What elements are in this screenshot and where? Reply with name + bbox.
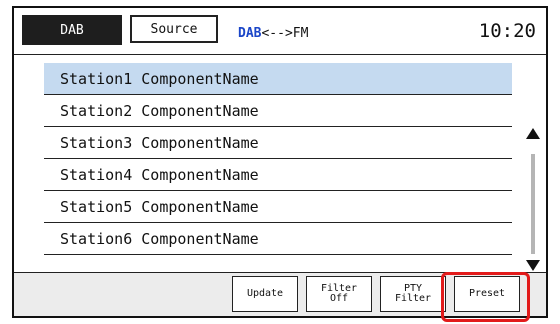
mode-dab-text: DAB — [238, 25, 262, 41]
filter-off-label-2: Off — [329, 293, 349, 304]
station-row[interactable]: Station6 ComponentName — [44, 223, 512, 255]
station-name: Station4 ComponentName — [60, 165, 259, 184]
clock: 10:20 — [478, 20, 536, 42]
station-list: Station1 ComponentName Station2 Componen… — [44, 63, 512, 255]
station-row[interactable]: Station1 ComponentName — [44, 63, 512, 95]
dab-fm-mode-label: DAB <-->FM — [238, 23, 308, 43]
header-bar: DAB Source DAB <-->FM 10:20 — [14, 8, 546, 54]
update-label: Update — [246, 288, 284, 299]
scroll-down-icon[interactable] — [526, 260, 540, 271]
softkey-bar: Update Filter Off PTY Filter Preset — [14, 273, 546, 316]
station-name: Station5 ComponentName — [60, 197, 259, 216]
radio-screen: DAB Source DAB <-->FM 10:20 Station1 Comp… — [12, 6, 548, 318]
source-button-label: Source — [150, 21, 198, 37]
station-name: Station6 ComponentName — [60, 229, 259, 248]
station-name: Station1 ComponentName — [60, 69, 259, 88]
preset-button[interactable]: Preset — [454, 276, 520, 312]
station-row[interactable]: Station4 ComponentName — [44, 159, 512, 191]
header-divider — [14, 54, 546, 55]
source-button[interactable]: Source — [130, 15, 218, 43]
station-name: Station2 ComponentName — [60, 101, 259, 120]
station-row[interactable]: Station2 ComponentName — [44, 95, 512, 127]
preset-label: Preset — [468, 288, 506, 299]
pty-filter-button[interactable]: PTY Filter — [380, 276, 446, 312]
station-name: Station3 ComponentName — [60, 133, 259, 152]
update-button[interactable]: Update — [232, 276, 298, 312]
scrollbar-thumb[interactable] — [531, 154, 535, 254]
mode-fm-text: <-->FM — [261, 25, 309, 41]
pty-filter-label-2: Filter — [394, 293, 432, 304]
station-row[interactable]: Station3 ComponentName — [44, 127, 512, 159]
dab-tab-label: DAB — [60, 22, 84, 38]
dab-tab[interactable]: DAB — [22, 15, 122, 45]
scroll-up-icon[interactable] — [526, 128, 540, 139]
station-row[interactable]: Station5 ComponentName — [44, 191, 512, 223]
filter-off-button[interactable]: Filter Off — [306, 276, 372, 312]
